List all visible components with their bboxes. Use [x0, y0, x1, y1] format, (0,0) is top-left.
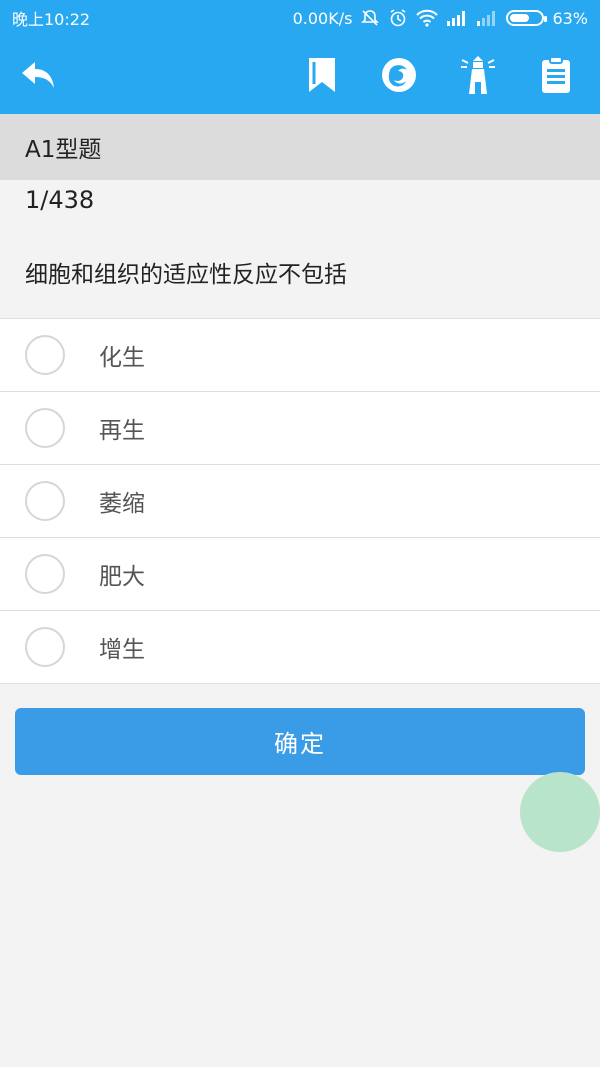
lighthouse-icon	[461, 56, 495, 94]
confirm-button[interactable]: 确定	[15, 708, 585, 775]
radio-button[interactable]	[25, 408, 65, 448]
status-time: 晚上10:22	[12, 10, 91, 29]
firefox-icon	[382, 58, 416, 92]
radio-button[interactable]	[25, 554, 65, 594]
option-item[interactable]: 再生	[0, 392, 600, 465]
status-bar: 晚上10:22 0.00K/s 63%	[0, 0, 600, 36]
clipboard-button[interactable]	[536, 55, 576, 95]
category-label: A1型题	[25, 137, 102, 163]
floating-action-button[interactable]	[520, 772, 600, 852]
question-counter: 1/438	[25, 186, 95, 214]
lighthouse-button[interactable]	[458, 55, 498, 95]
alarm-icon	[388, 8, 408, 28]
status-icons: 0.00K/s 63%	[293, 8, 588, 28]
back-arrow-icon	[22, 62, 54, 88]
option-item[interactable]: 肥大	[0, 538, 600, 611]
radio-button[interactable]	[25, 627, 65, 667]
radio-button[interactable]	[25, 335, 65, 375]
radio-button[interactable]	[25, 481, 65, 521]
wifi-icon	[416, 9, 439, 27]
back-button[interactable]	[18, 55, 58, 95]
network-speed: 0.00K/s	[292, 8, 353, 28]
bell-muted-icon	[360, 8, 380, 28]
signal-icon	[446, 10, 468, 26]
options-list: 化生 再生 萎缩 肥大 增生	[0, 318, 600, 684]
firefox-button[interactable]	[379, 55, 419, 95]
option-label: 肥大	[99, 564, 145, 590]
question-category: A1型题	[0, 114, 600, 180]
option-item[interactable]: 增生	[0, 611, 600, 684]
battery-icon	[506, 10, 548, 26]
option-item[interactable]: 化生	[0, 319, 600, 392]
option-label: 化生	[99, 345, 145, 371]
clipboard-icon	[542, 56, 570, 93]
bookmark-icon	[309, 58, 335, 92]
question-text: 细胞和组织的适应性反应不包括	[25, 262, 347, 288]
toolbar	[0, 36, 600, 114]
option-label: 萎缩	[99, 491, 145, 517]
option-label: 再生	[99, 418, 145, 444]
battery-percent: 63%	[552, 8, 588, 28]
option-label: 增生	[99, 637, 145, 663]
bookmark-button[interactable]	[302, 55, 342, 95]
signal-weak-icon	[476, 10, 498, 26]
option-item[interactable]: 萎缩	[0, 465, 600, 538]
battery-fill	[510, 14, 530, 22]
